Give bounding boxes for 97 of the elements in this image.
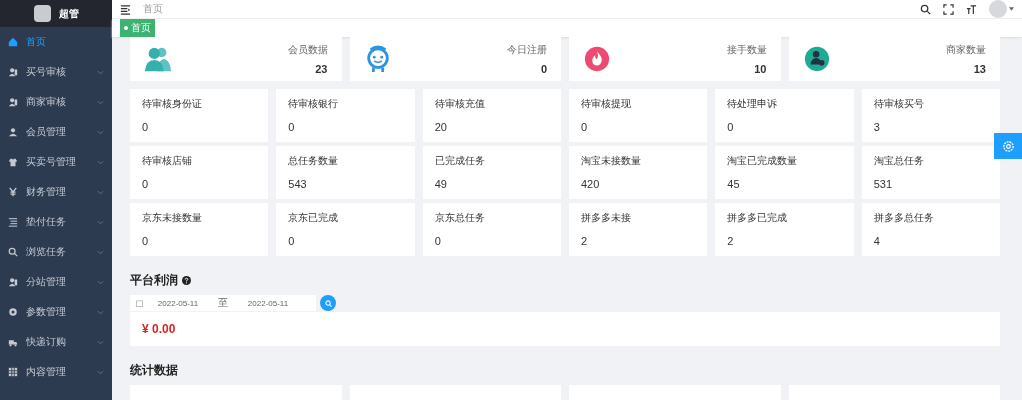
sidebar-item[interactable]: 内容管理 [0, 357, 112, 387]
people-icon [144, 45, 172, 73]
font-size-icon[interactable] [966, 3, 977, 15]
sidebar-item[interactable]: 买号审核 [0, 57, 112, 87]
stat-label: 待审核身份证 [142, 98, 203, 111]
card-value: 13 [973, 63, 986, 75]
stat-value: 0 [581, 121, 589, 133]
chevron-icon [97, 159, 104, 165]
stat-value: 20 [434, 121, 448, 133]
sidebar-item[interactable]: 分站管理 [0, 267, 112, 297]
stat-label: 京东未接数量 [142, 212, 203, 225]
stat-value: 420 [581, 178, 601, 190]
stat-label: 总任务数量 [288, 155, 340, 168]
chevron-icon [97, 249, 104, 255]
stat-label: 待审核买号 [873, 98, 925, 111]
fire-icon [583, 45, 611, 73]
truck-icon [8, 337, 18, 347]
stat-value: 0 [434, 235, 442, 247]
stat-label: 拼多多已完成 [727, 212, 789, 225]
card-label: 今日注册 [507, 43, 547, 57]
user-icon [8, 127, 18, 137]
stat-value: 0 [142, 178, 150, 190]
stat-label: 淘宝总任务 [873, 155, 925, 168]
caret-icon[interactable] [1009, 7, 1014, 11]
stat-value: 49 [434, 178, 448, 190]
stat-value: 2 [581, 235, 589, 247]
card-value: 23 [315, 63, 328, 75]
stat-label: 京东总任务 [434, 212, 486, 225]
calendar-icon [136, 299, 143, 307]
sidebar-item[interactable]: 参数管理 [0, 297, 112, 327]
menu-icon[interactable] [120, 3, 131, 15]
search-icon [324, 299, 332, 307]
chevron-icon [97, 189, 104, 195]
sidebar-item[interactable]: 浏览任务 [0, 237, 112, 267]
sidebar-item[interactable]: 快递订购 [0, 327, 112, 357]
stat-label: 淘宝未接数量 [581, 155, 642, 168]
chevron-icon [97, 99, 104, 105]
search-icon [8, 247, 18, 257]
stat-label: 待处理申诉 [727, 98, 779, 111]
chevron-icon [97, 369, 104, 375]
date-range-field[interactable]: 2022-05-11 至 2022-05-11 [130, 295, 316, 311]
card-label: 接手数量 [726, 43, 767, 57]
shirt-icon [8, 157, 18, 167]
card-value: 10 [754, 63, 767, 75]
stat-label: 淘宝已完成数量 [727, 155, 799, 168]
stat-label: 拼多多总任务 [873, 212, 935, 225]
user-card-icon [8, 67, 18, 77]
stat-value: 0 [142, 121, 150, 133]
search-icon[interactable] [920, 3, 931, 15]
stat-value: 531 [873, 178, 893, 190]
stat-label: 待审核充值 [434, 98, 486, 111]
chevron-icon [97, 309, 104, 315]
chevron-icon [97, 129, 104, 135]
chevron-icon [97, 219, 104, 225]
section-title: 平台利润 [130, 272, 178, 289]
stat-label: 待审核银行 [288, 98, 340, 111]
sidebar-item[interactable]: 买卖号管理 [0, 147, 112, 177]
chevron-icon [97, 279, 104, 285]
card-value: 0 [540, 63, 547, 75]
stat-value: 2 [727, 235, 735, 247]
user-card-icon [8, 277, 18, 287]
stat-value: 3 [873, 121, 881, 133]
help-icon[interactable] [182, 276, 191, 285]
fullscreen-icon[interactable] [943, 3, 954, 15]
yen-icon [8, 187, 18, 197]
stat-label: 京东已完成 [288, 212, 340, 225]
user-badge-icon [802, 45, 831, 73]
stat-value: 0 [142, 235, 150, 247]
section-title: 统计数据 [130, 362, 178, 379]
stat-label: 待审核店铺 [142, 155, 193, 168]
stat-value: 45 [727, 178, 741, 190]
chevron-icon [97, 69, 104, 75]
gear-icon [8, 307, 18, 317]
sidebar-item[interactable]: 财务管理 [0, 177, 112, 207]
admin-name: 超管 [58, 6, 79, 21]
stat-value: 543 [288, 178, 308, 190]
stat-value: 0 [727, 121, 735, 133]
sidebar-item[interactable]: 首页 [0, 27, 112, 57]
sidebar-item[interactable]: 商家审核 [0, 87, 112, 117]
stat-value: 0 [288, 121, 296, 133]
chevron-icon [97, 339, 104, 345]
settings-icon [1001, 139, 1015, 153]
stat-value: 4 [873, 235, 881, 247]
profit-amount: ¥ 0.00 [142, 322, 176, 336]
stat-value: 0 [288, 235, 296, 247]
grid-icon [8, 367, 18, 377]
stat-label: 已完成任务 [434, 155, 486, 168]
card-label: 会员数据 [287, 43, 328, 57]
card-label: 商家数量 [946, 43, 986, 57]
stat-label: 待审核提现 [581, 98, 632, 111]
stat-label: 拼多多未接 [581, 212, 632, 225]
user-card-icon [8, 97, 18, 107]
sidebar-item[interactable]: 会员管理 [0, 117, 112, 147]
list-icon [8, 217, 18, 227]
sidebar-item[interactable]: 垫付任务 [0, 207, 112, 237]
avatar[interactable] [33, 5, 51, 22]
home-icon [8, 37, 18, 47]
